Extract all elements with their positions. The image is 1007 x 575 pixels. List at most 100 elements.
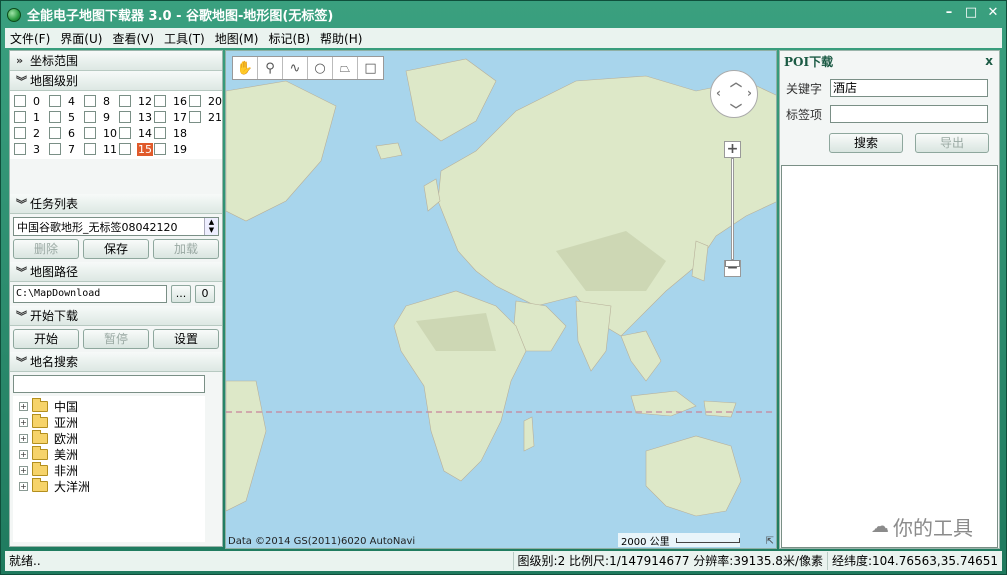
polygon-icon[interactable]: ⏢ bbox=[333, 57, 358, 79]
level-option: 1 bbox=[14, 109, 49, 125]
level-checkbox[interactable] bbox=[189, 95, 201, 107]
level-checkbox[interactable] bbox=[14, 143, 26, 155]
pan-right-icon[interactable]: › bbox=[747, 86, 752, 100]
level-checkbox[interactable] bbox=[14, 95, 26, 107]
tag-input[interactable] bbox=[830, 105, 988, 123]
level-checkbox[interactable] bbox=[84, 111, 96, 123]
level-number: 15 bbox=[137, 142, 153, 156]
close-icon[interactable]: ✕ bbox=[986, 6, 1000, 20]
level-option: 21 bbox=[189, 109, 224, 125]
tree-item[interactable]: + 欧洲 bbox=[13, 429, 205, 446]
open-folder-button[interactable]: 0 bbox=[195, 285, 215, 303]
save-button[interactable]: 保存 bbox=[83, 239, 149, 259]
load-button[interactable]: 加载 bbox=[153, 239, 219, 259]
rectangle-icon[interactable]: □ bbox=[358, 57, 383, 79]
delete-button[interactable]: 删除 bbox=[13, 239, 79, 259]
settings-button[interactable]: 设置 bbox=[153, 329, 219, 349]
level-option: 10 bbox=[84, 125, 119, 141]
start-button[interactable]: 开始 bbox=[13, 329, 79, 349]
expand-icon[interactable]: + bbox=[19, 433, 28, 443]
poi-close-button[interactable]: x bbox=[985, 54, 993, 68]
level-checkbox[interactable] bbox=[14, 127, 26, 139]
pan-control[interactable]: ︿ ﹀ ‹ › bbox=[710, 70, 758, 118]
level-checkbox[interactable] bbox=[119, 143, 131, 155]
map-level-header[interactable]: ︾ 地图级别 bbox=[10, 71, 222, 91]
expand-icon[interactable]: + bbox=[19, 401, 28, 411]
level-option: 0 bbox=[14, 93, 49, 109]
tree-item[interactable]: + 亚洲 bbox=[13, 413, 205, 430]
level-checkbox[interactable] bbox=[49, 111, 61, 123]
browse-button[interactable]: ... bbox=[171, 285, 191, 303]
scale-label: 2000 公里 bbox=[621, 536, 670, 548]
level-checkbox[interactable] bbox=[49, 95, 61, 107]
level-checkbox[interactable] bbox=[49, 143, 61, 155]
path-field[interactable]: C:\MapDownload bbox=[13, 285, 167, 303]
hand-icon[interactable]: ✋ bbox=[233, 57, 258, 79]
start-download-header[interactable]: ︾ 开始下载 bbox=[10, 306, 222, 326]
level-checkbox[interactable] bbox=[84, 95, 96, 107]
menu-interface[interactable]: 界面(U) bbox=[55, 30, 107, 47]
place-search-input[interactable] bbox=[13, 375, 205, 393]
level-checkbox[interactable] bbox=[189, 111, 201, 123]
map-toolbar: ✋ ⚲ ∿ ○ ⏢ □ bbox=[232, 56, 384, 80]
place-search-header[interactable]: ︾ 地名搜索 bbox=[10, 352, 222, 372]
pan-up-icon[interactable]: ︿ bbox=[730, 73, 742, 90]
menu-file[interactable]: 文件(F) bbox=[5, 30, 55, 47]
level-checkbox[interactable] bbox=[154, 95, 166, 107]
map-view[interactable]: ✋ ⚲ ∿ ○ ⏢ □ ︿ ﹀ ‹ › + − Data ©2014 GS(20… bbox=[225, 50, 777, 549]
level-number: 13 bbox=[138, 110, 152, 124]
start-download-label: 开始下载 bbox=[30, 309, 79, 323]
map-corner-icon[interactable]: ⇱ bbox=[766, 536, 774, 547]
circle-icon[interactable]: ○ bbox=[308, 57, 333, 79]
menu-map[interactable]: 地图(M) bbox=[210, 30, 264, 47]
level-checkbox[interactable] bbox=[119, 95, 131, 107]
task-list-header[interactable]: ︾ 任务列表 bbox=[10, 194, 222, 214]
expand-icon[interactable]: + bbox=[19, 449, 28, 459]
double-chevron-down-icon: ︾ bbox=[16, 74, 27, 88]
marker-icon[interactable]: ⚲ bbox=[258, 57, 283, 79]
tree-item-label: 中国 bbox=[54, 399, 79, 414]
level-checkbox[interactable] bbox=[154, 143, 166, 155]
level-checkbox[interactable] bbox=[119, 111, 131, 123]
level-empty bbox=[189, 141, 224, 157]
keyword-input[interactable]: 酒店 bbox=[830, 79, 988, 97]
tree-item[interactable]: + 中国 bbox=[13, 397, 205, 414]
coord-range-header[interactable]: » 坐标范围 bbox=[10, 51, 222, 71]
menu-tools[interactable]: 工具(T) bbox=[159, 30, 210, 47]
level-checkbox[interactable] bbox=[84, 127, 96, 139]
zoom-in-icon[interactable]: + bbox=[724, 141, 741, 158]
level-checkbox[interactable] bbox=[14, 111, 26, 123]
map-path-header[interactable]: ︾ 地图路径 bbox=[10, 262, 222, 282]
map-path-label: 地图路径 bbox=[30, 265, 79, 279]
pause-button[interactable]: 暂停 bbox=[83, 329, 149, 349]
task-select[interactable]: 中国谷歌地形_无标签08042120 ▲ ▼ bbox=[13, 217, 219, 236]
poi-search-button[interactable]: 搜索 bbox=[829, 133, 903, 153]
level-checkbox[interactable] bbox=[49, 127, 61, 139]
expand-icon[interactable]: + bbox=[19, 465, 28, 475]
tree-item[interactable]: + 大洋洲 bbox=[13, 477, 205, 494]
menu-mark[interactable]: 标记(B) bbox=[263, 30, 315, 47]
expand-icon[interactable]: + bbox=[19, 481, 28, 491]
pan-down-icon[interactable]: ﹀ bbox=[730, 101, 742, 118]
minimize-icon[interactable]: – bbox=[942, 6, 956, 20]
level-option: 19 bbox=[154, 141, 189, 157]
expand-icon[interactable]: + bbox=[19, 417, 28, 427]
poi-results-list[interactable]: ☁ 你的工具 bbox=[781, 165, 998, 548]
level-checkbox[interactable] bbox=[154, 127, 166, 139]
level-checkbox[interactable] bbox=[84, 143, 96, 155]
zoom-slider-handle[interactable] bbox=[725, 260, 740, 267]
folder-icon bbox=[32, 413, 48, 428]
polyline-icon[interactable]: ∿ bbox=[283, 57, 308, 79]
tree-item[interactable]: + 非洲 bbox=[13, 461, 205, 478]
poi-export-button[interactable]: 导出 bbox=[915, 133, 989, 153]
maximize-icon[interactable]: □ bbox=[964, 6, 978, 20]
level-checkbox[interactable] bbox=[119, 127, 131, 139]
menu-view[interactable]: 查看(V) bbox=[107, 30, 159, 47]
zoom-slider[interactable] bbox=[725, 158, 740, 267]
menu-help[interactable]: 帮助(H) bbox=[315, 30, 367, 47]
level-option: 20 bbox=[189, 93, 224, 109]
level-checkbox[interactable] bbox=[154, 111, 166, 123]
spinner-icon[interactable]: ▲ ▼ bbox=[204, 218, 218, 235]
pan-left-icon[interactable]: ‹ bbox=[716, 86, 721, 100]
tree-item[interactable]: + 美洲 bbox=[13, 445, 205, 462]
